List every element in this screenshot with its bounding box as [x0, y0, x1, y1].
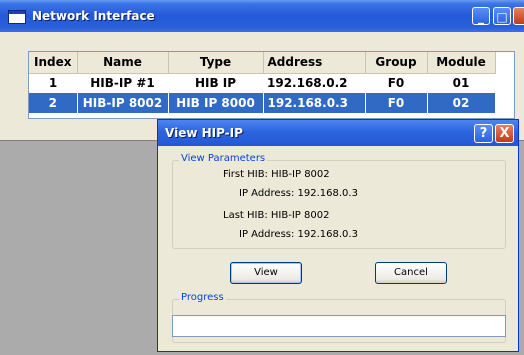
view-parameters-label: View Parameters: [179, 153, 268, 164]
view-hip-ip-dialog: View HIP-IP ? X View Parameters First HI…: [157, 119, 519, 352]
cell-index: 1: [48, 76, 58, 91]
table-row[interactable]: 1 HIB-IP #1 HIB IP 192.168.0.2 F0 01: [29, 73, 495, 93]
app-window-icon: [8, 10, 26, 24]
table-row-selected[interactable]: 2 HIB-IP 8002 HIB IP 8000 192.168.0.3 F0…: [29, 93, 496, 113]
first-ip-text: IP Address: 192.168.0.3: [239, 188, 358, 199]
last-ip-text: IP Address: 192.168.0.3: [239, 229, 358, 240]
cell-name: HIB-IP #1: [90, 76, 155, 91]
interface-table: Index Name Type Address Group Module 1 H…: [29, 52, 496, 113]
close-icon[interactable]: [513, 7, 524, 25]
cell-group: F0: [365, 93, 428, 113]
window-title: Network Interface: [32, 9, 155, 23]
progress-label: Progress: [179, 292, 226, 303]
view-button[interactable]: View: [230, 262, 302, 284]
cell-type: HIB IP 8000: [168, 93, 264, 113]
column-header-module[interactable]: Module: [427, 52, 496, 74]
cell-address: 192.168.0.2: [267, 76, 348, 91]
cell-type: HIB IP: [194, 76, 237, 91]
last-hib-text: Last HIB: HIB-IP 8002: [223, 210, 330, 221]
dialog-titlebar[interactable]: View HIP-IP ? X: [158, 120, 518, 146]
main-titlebar[interactable]: Network Interface _ □: [0, 0, 524, 32]
cell-module: 01: [452, 76, 470, 91]
cell-group: F0: [387, 76, 405, 91]
help-icon[interactable]: ?: [474, 124, 493, 143]
interface-table-panel: Index Name Type Address Group Module 1 H…: [28, 51, 515, 119]
cell-address: 192.168.0.3: [263, 93, 366, 113]
column-header-name[interactable]: Name: [77, 52, 169, 74]
column-header-index[interactable]: Index: [29, 52, 78, 74]
first-hib-text: First HIB: HIB-IP 8002: [223, 169, 330, 180]
column-header-address[interactable]: Address: [263, 52, 366, 74]
dialog-close-icon[interactable]: X: [495, 124, 514, 143]
maximize-icon[interactable]: □: [493, 7, 511, 25]
column-header-group[interactable]: Group: [365, 52, 428, 74]
dialog-title: View HIP-IP: [165, 126, 243, 140]
column-header-type[interactable]: Type: [168, 52, 264, 74]
view-parameters-group: View Parameters First HIB: HIB-IP 8002 I…: [172, 153, 506, 249]
minimize-icon[interactable]: _: [472, 7, 490, 25]
progress-bar: [172, 315, 506, 337]
cell-name: HIB-IP 8002: [77, 93, 169, 113]
cell-index: 2: [29, 93, 78, 113]
progress-group: Progress: [172, 292, 506, 343]
cancel-button[interactable]: Cancel: [375, 262, 447, 284]
cell-module: 02: [427, 93, 496, 113]
table-header-row: Index Name Type Address Group Module: [29, 52, 496, 74]
